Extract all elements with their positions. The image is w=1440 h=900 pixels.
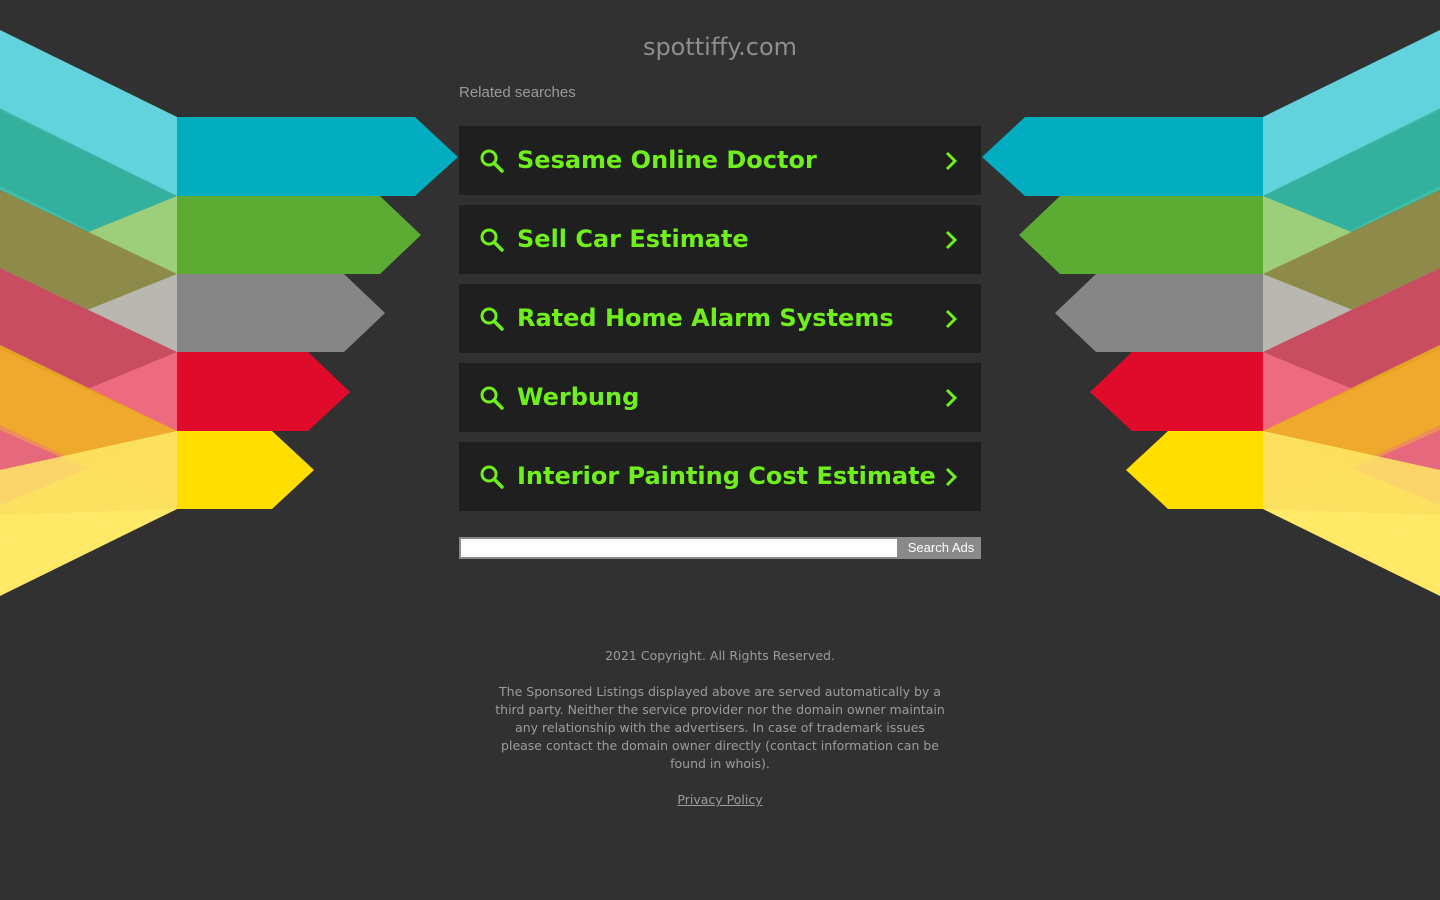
chevron-right-icon xyxy=(945,388,958,408)
search-icon xyxy=(480,465,504,489)
chevron-right-icon xyxy=(945,467,958,487)
sponsored-listings: Sesame Online Doctor Sell Car Estimate R… xyxy=(459,126,981,521)
copyright-text: 2021 Copyright. All Rights Reserved. xyxy=(605,648,835,663)
ad-label: Sesame Online Doctor xyxy=(517,146,817,174)
ad-link-1[interactable]: Sell Car Estimate xyxy=(459,205,981,274)
decorative-arrows-left xyxy=(0,30,458,596)
search-icon xyxy=(480,149,504,173)
search-input[interactable] xyxy=(459,537,897,559)
chevron-right-icon xyxy=(945,230,958,250)
search-ads-button[interactable]: Search Ads xyxy=(897,537,981,559)
search-ads-form: Search Ads xyxy=(459,537,981,559)
ad-label: Rated Home Alarm Systems xyxy=(517,304,894,332)
ad-link-3[interactable]: Werbung xyxy=(459,363,981,432)
ad-link-4[interactable]: Interior Painting Cost Estimate xyxy=(459,442,981,511)
search-icon xyxy=(480,228,504,252)
disclaimer-text: The Sponsored Listings displayed above a… xyxy=(495,684,945,771)
chevron-right-icon xyxy=(945,309,958,329)
ad-label: Interior Painting Cost Estimate xyxy=(517,462,936,490)
search-icon xyxy=(480,307,504,331)
ad-label: Sell Car Estimate xyxy=(517,225,749,253)
ad-link-0[interactable]: Sesame Online Doctor xyxy=(459,126,981,195)
decorative-arrows-right xyxy=(982,30,1440,596)
ad-label: Werbung xyxy=(517,383,640,411)
ad-link-2[interactable]: Rated Home Alarm Systems xyxy=(459,284,981,353)
search-icon xyxy=(480,386,504,410)
footer: 2021 Copyright. All Rights Reserved. The… xyxy=(0,647,1440,809)
chevron-right-icon xyxy=(945,151,958,171)
related-searches-label: Related searches xyxy=(459,84,576,101)
domain-name: spottiffy.com xyxy=(642,33,798,61)
privacy-policy-link[interactable]: Privacy Policy xyxy=(677,792,762,807)
parked-domain-page: spottiffy.com Related searches Sesame On… xyxy=(0,0,1440,900)
